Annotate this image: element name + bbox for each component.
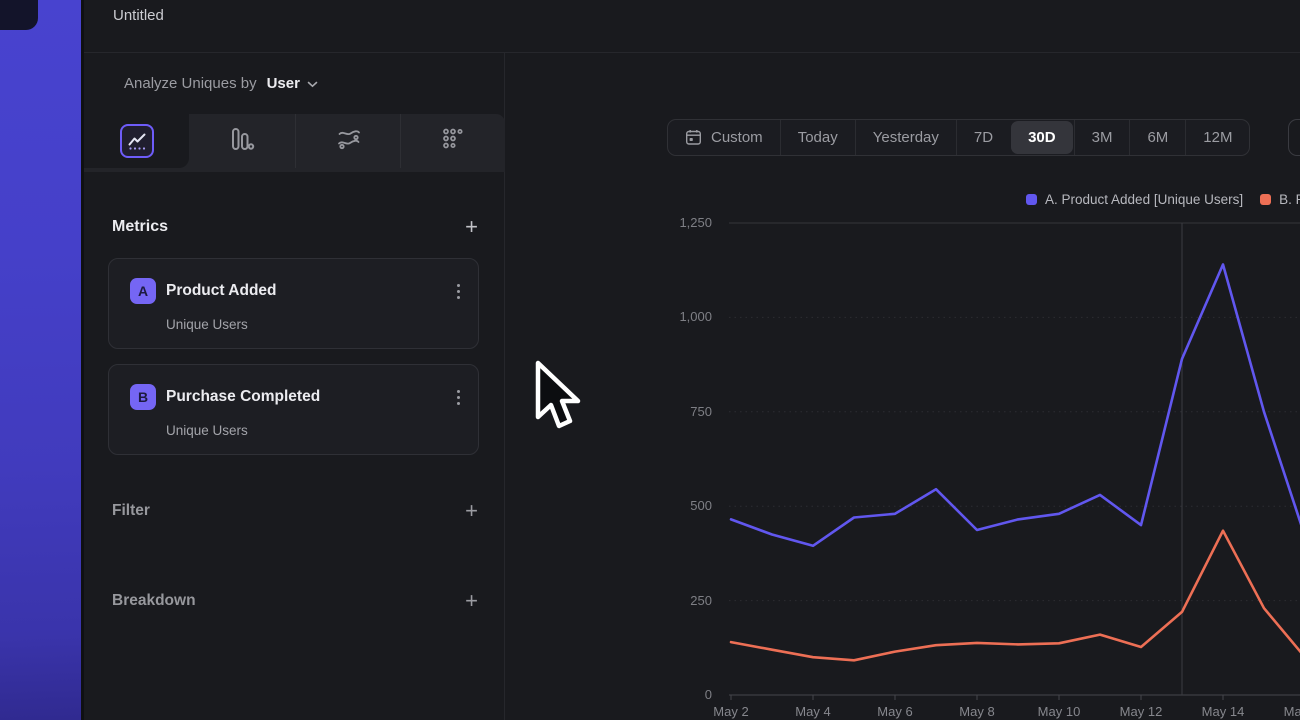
analyze-by-value: User (267, 75, 300, 92)
background-card-corner (0, 0, 38, 30)
x-axis-label: May 14 (1191, 704, 1255, 719)
metric-a-measure[interactable]: Unique Users (166, 317, 248, 332)
y-axis-label: 250 (589, 593, 712, 608)
grid-chart-icon (441, 127, 465, 156)
y-axis-label: 1,250 (589, 215, 712, 230)
metric-card-a[interactable]: A Product Added Unique Users (108, 258, 479, 349)
add-breakdown-button[interactable]: + (465, 590, 478, 612)
legend-item-a[interactable]: A. Product Added [Unique Users] (1026, 192, 1243, 207)
metrics-heading: Metrics (112, 218, 168, 236)
x-axis-label: May 2 (699, 704, 763, 719)
chart-type-tabbar (84, 114, 505, 172)
chevron-down-icon (307, 75, 318, 92)
legend-swatch-b (1260, 194, 1271, 205)
x-axis-label: May 4 (781, 704, 845, 719)
series-line (731, 265, 1300, 546)
query-sidebar: Analyze Uniques by User (84, 52, 505, 720)
analyze-label: Analyze Uniques by (124, 75, 257, 92)
metric-a-name: Product Added (166, 282, 277, 300)
y-axis-label: 500 (589, 498, 712, 513)
chart-panel: CustomTodayYesterday7D30D3M6M12M Compare… (589, 52, 1300, 720)
range-12m-button[interactable]: 12M (1185, 120, 1249, 155)
x-axis-label: May 8 (945, 704, 1009, 719)
range-custom-button[interactable]: Custom (668, 120, 780, 155)
chart-legend: A. Product Added [Unique Users] B. Purch… (1026, 192, 1300, 207)
metric-a-options-button[interactable] (455, 282, 462, 301)
range-30d-button[interactable]: 30D (1011, 121, 1073, 154)
x-axis-label: May 12 (1109, 704, 1173, 719)
tab-line-chart[interactable] (84, 114, 189, 168)
line-chart-icon (120, 124, 154, 158)
y-axis-label: 750 (589, 404, 712, 419)
x-axis-label: May 10 (1027, 704, 1091, 719)
filter-section-header: Filter + (112, 496, 478, 526)
add-metric-button[interactable]: + (465, 216, 478, 238)
y-axis-label: 0 (589, 687, 712, 702)
metrics-section-header: Metrics + (112, 212, 478, 242)
range-7d-button[interactable]: 7D (956, 120, 1010, 155)
y-axis-label: 1,000 (589, 309, 712, 324)
tab-bar-chart[interactable] (189, 114, 294, 168)
background-gradient-strip (0, 0, 84, 720)
report-title[interactable]: Untitled (113, 7, 164, 24)
range-yesterday-button[interactable]: Yesterday (855, 120, 956, 155)
x-axis-label: May 16 (1273, 704, 1300, 719)
app-root: Untitled Analyze Uniques by User (0, 0, 1300, 720)
metric-b-name: Purchase Completed (166, 388, 320, 406)
breakdown-section-header: Breakdown + (112, 586, 478, 616)
compare-button[interactable]: Compare (1288, 119, 1300, 156)
legend-swatch-a (1026, 194, 1037, 205)
range-6m-button[interactable]: 6M (1129, 120, 1185, 155)
calendar-icon (685, 129, 702, 146)
range-3m-button[interactable]: 3M (1074, 120, 1130, 155)
metric-b-measure[interactable]: Unique Users (166, 423, 248, 438)
breakdown-heading: Breakdown (112, 592, 196, 610)
content-area: Untitled Analyze Uniques by User (84, 0, 1300, 720)
add-filter-button[interactable]: + (465, 500, 478, 522)
metric-a-badge: A (130, 278, 156, 304)
tab-flow-chart[interactable] (295, 114, 401, 168)
range-today-button[interactable]: Today (780, 120, 855, 155)
analyze-row: Analyze Uniques by User (124, 52, 318, 114)
flow-chart-icon (336, 126, 362, 157)
filter-heading: Filter (112, 502, 150, 520)
bar-chart-icon (229, 126, 255, 157)
metric-b-options-button[interactable] (455, 388, 462, 407)
analyze-by-dropdown[interactable]: User (267, 75, 318, 92)
top-bar: Untitled (84, 0, 1300, 53)
date-range-selector: CustomTodayYesterday7D30D3M6M12M (667, 119, 1250, 156)
series-line (731, 531, 1300, 661)
x-axis-label: May 6 (863, 704, 927, 719)
tab-grid-chart[interactable] (400, 114, 505, 168)
metric-b-badge: B (130, 384, 156, 410)
legend-item-b[interactable]: B. Purchase Completed [Unique Users] (1260, 192, 1300, 207)
metric-card-b[interactable]: B Purchase Completed Unique Users (108, 364, 479, 455)
